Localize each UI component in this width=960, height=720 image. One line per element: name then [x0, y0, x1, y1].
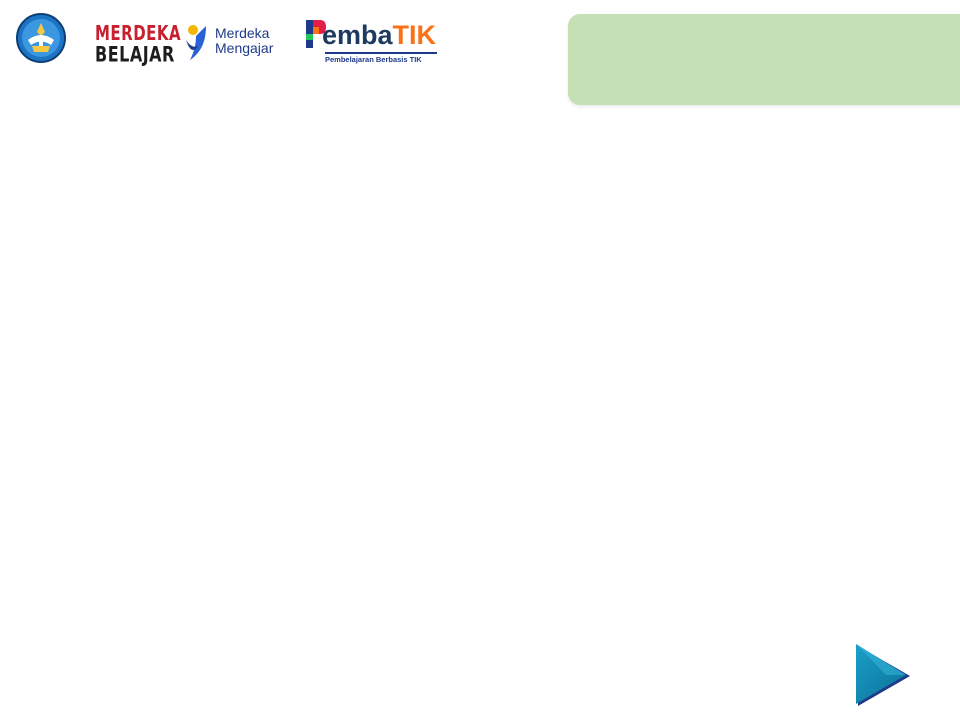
pembatik-tagline: Pembelajaran Berbasis TIK — [325, 55, 422, 64]
pembatik-logo: embaTIK Pembelajaran Berbasis TIK — [304, 18, 439, 68]
slide: MERDEKA BELAJAR Merdeka Mengajar embaTIK… — [0, 0, 960, 720]
title-box — [568, 14, 960, 105]
tut-wuri-handayani-logo — [15, 12, 67, 64]
next-button[interactable] — [852, 642, 914, 710]
merdeka-mengajar-line1: Merdeka — [215, 25, 270, 41]
pembatik-wordmark: emba — [322, 20, 393, 50]
merdeka-mengajar-logo: Merdeka Mengajar — [184, 22, 284, 64]
pembatik-underline — [325, 52, 437, 54]
merdeka-mengajar-line2: Mengajar — [215, 40, 274, 57]
merdeka-belajar-line2: BELAJAR — [95, 41, 175, 67]
pembatik-accent: TIK — [392, 20, 437, 50]
merdeka-mengajar-icon — [186, 25, 206, 60]
next-arrow-icon — [856, 644, 910, 706]
merdeka-belajar-logo: MERDEKA BELAJAR — [95, 19, 181, 67]
